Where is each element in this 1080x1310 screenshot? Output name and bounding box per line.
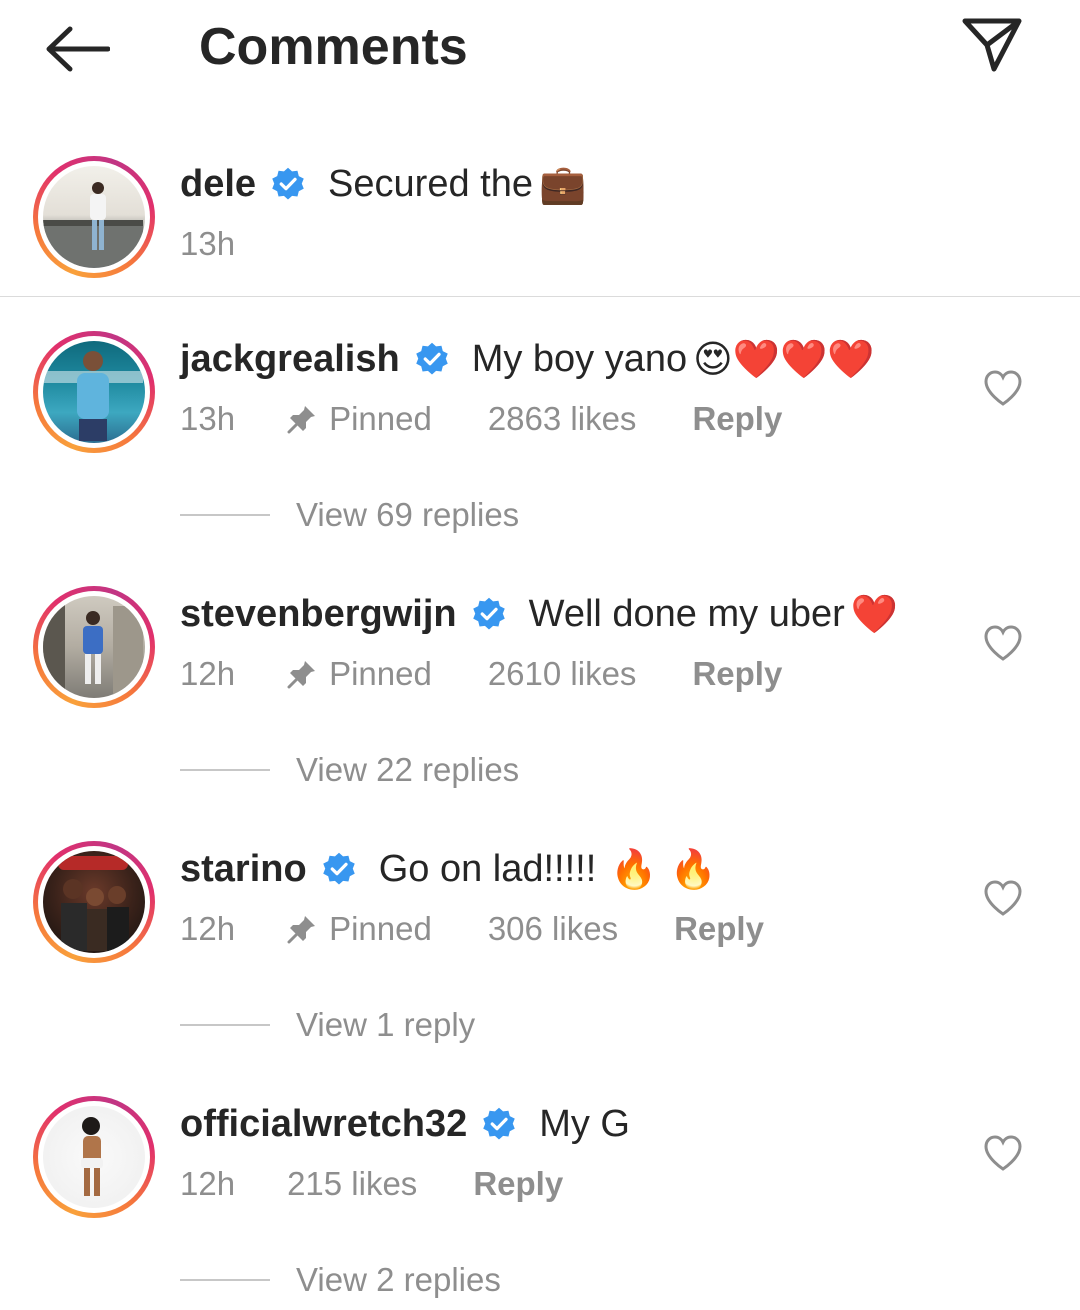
view-replies-line <box>180 1024 270 1026</box>
paper-plane-icon <box>962 18 1022 72</box>
comment-text: Secured the <box>328 162 533 205</box>
view-replies-text: View 69 replies <box>296 496 520 533</box>
verified-badge-icon <box>472 597 505 630</box>
view-replies-text: View 2 replies <box>296 1261 501 1298</box>
heart-icon[interactable] <box>982 878 1024 918</box>
view-replies-button[interactable]: View 1 reply <box>180 1003 475 1047</box>
pinned-text: Pinned <box>329 400 432 437</box>
pin-icon <box>287 406 316 434</box>
briefcase-emoji: 💼 <box>538 161 587 206</box>
view-replies-button[interactable]: View 22 replies <box>180 748 519 792</box>
timestamp: 12h <box>180 655 236 692</box>
view-replies-button[interactable]: View 69 replies <box>180 493 519 537</box>
likes-count[interactable]: 306 likes <box>488 910 618 948</box>
username[interactable]: starino <box>180 848 307 891</box>
likes-count[interactable]: 2863 likes <box>488 400 637 438</box>
person-photo <box>43 351 143 441</box>
verified-badge-icon <box>415 342 448 375</box>
pinned-text: Pinned <box>329 910 432 947</box>
comment-text: My G <box>539 1102 630 1145</box>
likes-count[interactable]: 2610 likes <box>488 655 637 693</box>
pin-icon <box>287 916 316 944</box>
view-replies-button[interactable]: View 2 replies <box>180 1258 501 1302</box>
comment-emoji: 😍❤️❤️❤️ <box>693 336 875 381</box>
reply-button[interactable]: Reply <box>692 655 782 693</box>
username[interactable]: dele <box>180 163 256 206</box>
avatar[interactable] <box>33 1096 155 1218</box>
group-photo <box>58 856 129 951</box>
timestamp: 12h <box>180 1165 236 1202</box>
verified-badge-icon <box>483 1107 515 1140</box>
view-replies-line <box>180 769 270 771</box>
person-photo <box>43 182 143 266</box>
pinned-label: Pinned <box>287 400 432 438</box>
reply-button[interactable]: Reply <box>692 400 782 438</box>
username[interactable]: jackgrealish <box>180 338 400 381</box>
avatar[interactable] <box>33 586 155 708</box>
share-button[interactable] <box>958 14 1026 76</box>
view-replies-line <box>180 1279 270 1281</box>
likes-count[interactable]: 215 likes <box>287 1165 417 1203</box>
back-button[interactable] <box>38 18 116 80</box>
timestamp: 13h <box>180 225 236 262</box>
username[interactable]: stevenbergwijn <box>180 593 457 636</box>
view-replies-line <box>180 514 270 516</box>
arrow-left-icon <box>46 26 110 72</box>
header: Comments <box>0 0 1080 100</box>
username[interactable]: officialwretch32 <box>180 1103 467 1146</box>
pin-icon <box>287 661 316 689</box>
view-replies-text: View 22 replies <box>296 751 520 788</box>
heart-icon[interactable] <box>982 1133 1024 1173</box>
avatar[interactable] <box>33 156 155 278</box>
avatar[interactable] <box>33 841 155 963</box>
pinned-label: Pinned <box>287 655 432 693</box>
avatar[interactable] <box>33 331 155 453</box>
person-photo <box>43 596 143 696</box>
verified-badge-icon <box>272 167 304 200</box>
heart-icon[interactable] <box>982 368 1024 408</box>
figure-illustration <box>81 1117 103 1196</box>
pinned-label: Pinned <box>287 910 432 948</box>
comment-emoji: ❤️ <box>850 591 899 636</box>
verified-badge-icon <box>322 852 355 885</box>
comment-text: My boy yano <box>471 337 688 380</box>
timestamp: 12h <box>180 910 236 947</box>
page-title: Comments <box>199 18 468 76</box>
comment-text: Well done my uber <box>528 592 845 635</box>
heart-icon[interactable] <box>982 623 1024 663</box>
divider <box>0 296 1080 297</box>
comment-emoji: 🔥 🔥 <box>610 846 717 891</box>
timestamp: 13h <box>180 400 236 437</box>
reply-button[interactable]: Reply <box>674 910 764 948</box>
view-replies-text: View 1 reply <box>296 1006 476 1043</box>
reply-button[interactable]: Reply <box>473 1165 563 1203</box>
comment-text: Go on lad!!!!! <box>378 847 597 890</box>
pinned-text: Pinned <box>329 655 432 692</box>
